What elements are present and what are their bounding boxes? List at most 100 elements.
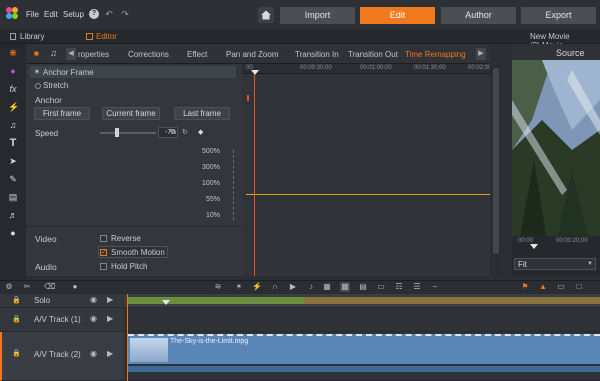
speed-slider-thumb[interactable] (114, 128, 119, 137)
redo-icon[interactable]: ↷ (120, 9, 130, 19)
fullscreen-icon[interactable]: □ (574, 282, 584, 292)
stretch-radio[interactable] (35, 83, 41, 89)
fit-select[interactable]: Fit ▼ (514, 258, 596, 270)
color-icon[interactable]: ● (8, 66, 18, 76)
split-icon[interactable]: ✶ (234, 282, 244, 292)
text-icon[interactable]: ☶ (394, 282, 404, 292)
tab-import[interactable]: Import (280, 7, 355, 24)
eye-icon[interactable]: ◉ (90, 295, 97, 304)
timeline-ruler-lane[interactable] (124, 294, 600, 308)
audio-wave-icon[interactable]: ≋ (213, 282, 223, 292)
snapshot-icon[interactable]: ▭ (556, 282, 566, 292)
tab-pan-zoom[interactable]: Pan and Zoom (226, 50, 278, 59)
transition-icon[interactable]: ⚡ (8, 102, 19, 112)
anchor-marker (247, 95, 249, 101)
palette-icon[interactable]: ❋ (8, 48, 18, 58)
piano-icon[interactable]: ▤ (8, 192, 18, 202)
menu-file[interactable]: File (26, 10, 39, 19)
eye-icon[interactable]: ◉ (90, 349, 97, 358)
tab-export[interactable]: Export (521, 7, 596, 24)
source-preview: 00:00 00:00:20;00 Fit ▼ (512, 60, 600, 276)
motion-icon[interactable]: ➤ (8, 156, 18, 166)
av-track-2-header[interactable]: 🔒 A/V Track (2) ◉ ▶ (0, 332, 124, 381)
tab-edit[interactable]: Edit (360, 7, 435, 24)
stretch-label: Stretch (43, 81, 69, 90)
title-icon[interactable]: T (8, 138, 18, 149)
scrollbar-thumb[interactable] (493, 68, 499, 254)
marker-icon[interactable]: ⚑ (520, 282, 530, 292)
pct-label: 10% (206, 212, 221, 219)
scissors-icon[interactable]: ✂ (22, 282, 32, 292)
editor-tab[interactable]: Editor (96, 32, 117, 41)
anchor-frame-radio[interactable]: ✶ (34, 68, 40, 76)
home-button[interactable] (258, 7, 274, 23)
record-icon[interactable]: ● (70, 282, 80, 292)
smooth-motion-checkbox[interactable] (100, 248, 107, 256)
lock-icon[interactable]: 🔒 (12, 296, 21, 304)
source-header: Source (512, 44, 600, 60)
hold-pitch-checkbox[interactable] (100, 263, 107, 270)
keyframe-icon[interactable]: ◆ (198, 128, 203, 136)
audio-icon[interactable]: ♬ (8, 210, 18, 220)
tab-corrections[interactable]: Corrections (128, 50, 169, 59)
editor-tool-rail: ❋ ● fx ⚡ ♫ T ➤ ✎ ▤ ♬ ● (0, 44, 26, 280)
graph-ruler[interactable]: 00 00:00:30;00 00:01:00;00 00:01:30;00 0… (242, 64, 496, 74)
last-frame-button[interactable]: Last frame (174, 107, 230, 120)
pen-icon[interactable]: ✎ (8, 174, 18, 184)
tab-time-remapping[interactable]: Time Remapping (405, 50, 466, 59)
tabs-scroll-left[interactable]: ◀ (66, 48, 76, 60)
speed-slider-track[interactable] (100, 132, 156, 134)
tab-transition-in[interactable]: Transition In (295, 50, 339, 59)
video-editor-icon[interactable]: ■ (34, 49, 39, 58)
speaker-icon[interactable]: ▶ (107, 349, 113, 358)
list-icon[interactable]: ☰ (412, 282, 422, 292)
music-icon[interactable]: ♫ (8, 120, 18, 130)
source-label[interactable]: Source (556, 48, 585, 58)
film-icon[interactable]: ▭ (376, 282, 386, 292)
tab-author[interactable]: Author (441, 7, 516, 24)
lock-icon[interactable]: 🔒 (12, 315, 21, 323)
trash-icon[interactable]: ⌫ (44, 282, 55, 292)
av-track-2-lane[interactable]: The-Sky-is-the-Limit.mpg (124, 332, 600, 381)
wrench-icon[interactable]: ⚙ (4, 282, 14, 292)
speaker-icon[interactable]: ▶ (107, 295, 113, 304)
layers-icon[interactable]: ▤ (358, 282, 368, 292)
tabs-scroll-right[interactable]: ▶ (476, 48, 486, 60)
av-track-1-lane[interactable] (124, 308, 600, 332)
reverse-checkbox[interactable] (100, 235, 107, 242)
reset-icon[interactable]: ↻ (182, 128, 188, 136)
grid-icon[interactable]: ▦ (322, 282, 332, 292)
mute-icon[interactable]: ▶ (288, 282, 298, 292)
minus-icon[interactable]: – (430, 282, 440, 292)
mixer-icon[interactable]: ● (8, 228, 18, 238)
video-clip[interactable]: The-Sky-is-the-Limit.mpg (128, 334, 600, 364)
eye-icon[interactable]: ◉ (90, 314, 97, 323)
speaker-icon[interactable]: ▶ (107, 314, 113, 323)
storyboard-icon[interactable]: ▩ (340, 282, 350, 292)
tab-effect[interactable]: Effect (187, 50, 207, 59)
time-remap-graph[interactable] (242, 64, 490, 276)
library-tab[interactable]: Library (20, 32, 44, 41)
fx-icon[interactable]: fx (8, 84, 18, 94)
tab-properties[interactable]: roperties (78, 50, 109, 59)
magnet-icon[interactable]: ∩ (270, 282, 280, 292)
clip-thumbnail (130, 338, 168, 362)
source-playhead[interactable] (530, 244, 538, 249)
timeline-toolbar (0, 280, 600, 294)
volume-icon[interactable]: ♪ (306, 282, 316, 292)
playhead-handle[interactable] (251, 70, 259, 75)
lock-icon[interactable]: 🔒 (12, 349, 21, 357)
undo-icon[interactable]: ↶ (104, 9, 114, 19)
current-frame-button[interactable]: Current frame (102, 107, 160, 120)
audio-editor-icon[interactable]: ♫ (50, 48, 57, 58)
first-frame-button[interactable]: First frame (34, 107, 90, 120)
tab-transition-out[interactable]: Transition Out (348, 50, 398, 59)
graph-scrollbar[interactable] (490, 64, 502, 276)
menu-edit[interactable]: Edit (44, 10, 58, 19)
marker-add-icon[interactable]: ▲ (538, 282, 548, 292)
lightning-icon[interactable]: ⚡ (252, 282, 262, 292)
timeline-playhead[interactable] (162, 300, 170, 305)
help-icon[interactable]: ? (89, 9, 99, 19)
menu-setup[interactable]: Setup (63, 10, 84, 19)
library-icon (10, 33, 16, 40)
